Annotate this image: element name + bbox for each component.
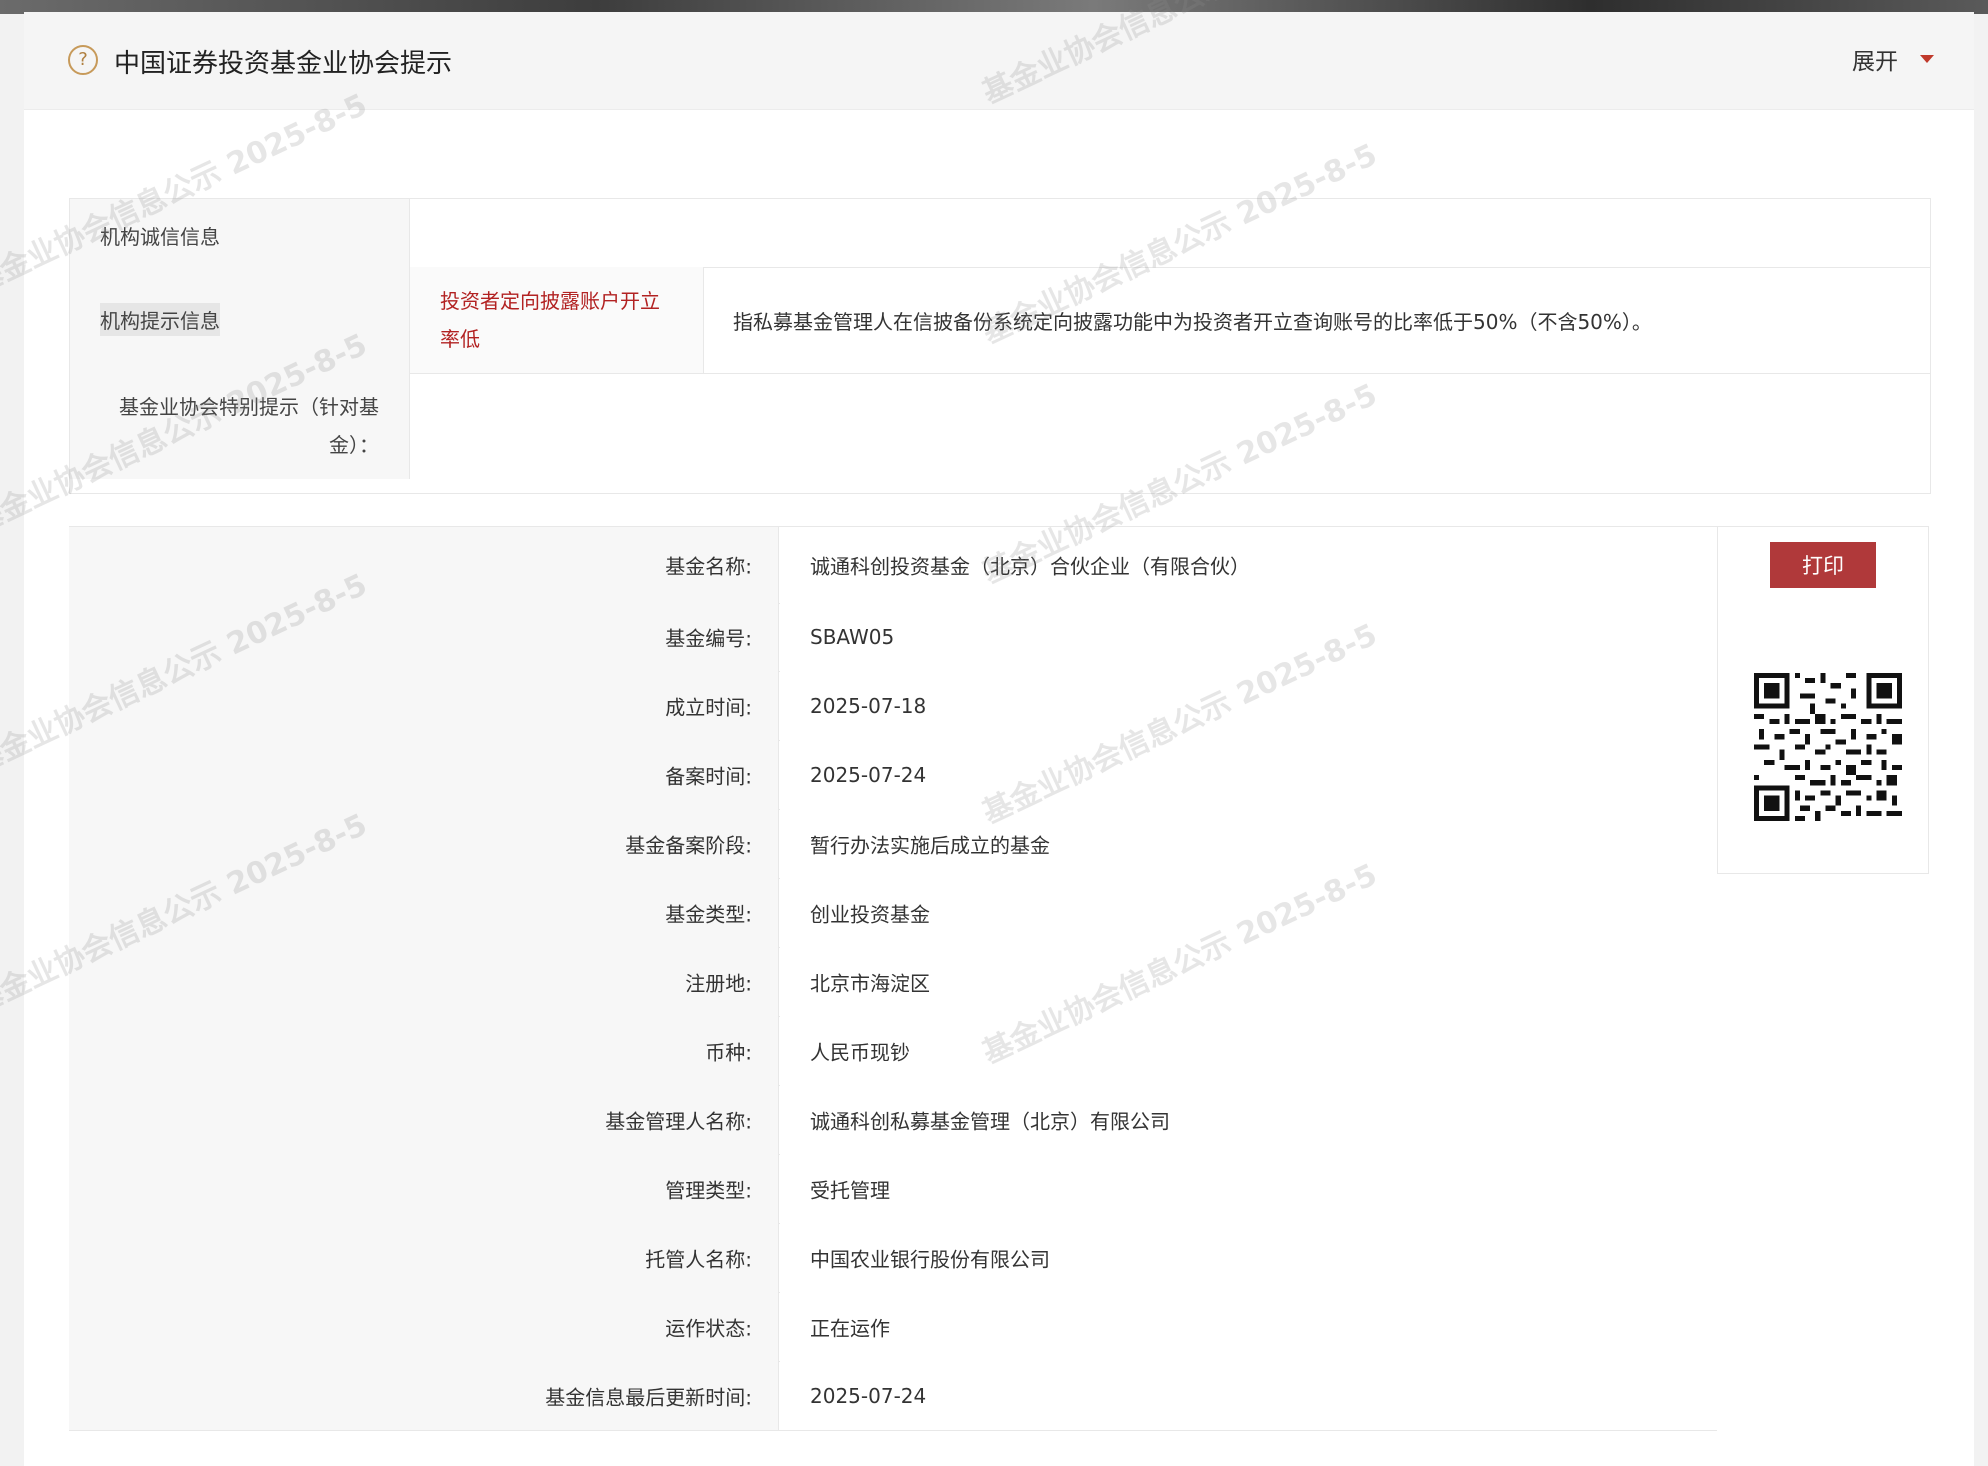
notice-title: 中国证券投资基金业协会提示 [114, 49, 453, 79]
fund-row-label-cell: 托管人名称: [69, 1223, 779, 1292]
label-hint-info: 机构提示信息 [70, 267, 410, 373]
fund-row-value-cell: 人民币现钞 [780, 1016, 1717, 1085]
fund-row-value: 人民币现钞 [810, 1040, 910, 1064]
hint-info-label: 机构提示信息 [100, 303, 220, 336]
fund-row-label-cell: 币种: [69, 1016, 779, 1085]
qr-code-icon [1754, 673, 1902, 821]
fund-row-label: 基金备案阶段: [625, 833, 752, 857]
fund-row-value-cell: 诚通科创私募基金管理（北京）有限公司 [780, 1085, 1717, 1154]
fund-row-value: 正在运作 [810, 1316, 890, 1340]
fund-row-label: 备案时间: [665, 764, 752, 788]
fund-row-value-cell: 2025-07-18 [780, 671, 1717, 740]
fund-row-label: 托管人名称: [645, 1247, 752, 1271]
fund-row-label: 基金类型: [665, 902, 752, 926]
fund-row: 基金管理人名称: 诚通科创私募基金管理（北京）有限公司 [69, 1085, 1717, 1155]
fund-row-value-cell: 受托管理 [780, 1154, 1717, 1223]
fund-row-label: 币种: [705, 1040, 752, 1064]
fund-row-value: 2025-07-24 [810, 1383, 927, 1408]
fund-row-value-cell: SBAW05 [780, 602, 1717, 671]
fund-row: 备案时间: 2025-07-24 [69, 740, 1717, 810]
fund-row-value-cell: 创业投资基金 [780, 878, 1717, 947]
label-special-hint: 基金业协会特别提示（针对基 金）： [70, 373, 410, 479]
notice-header: ? 中国证券投资基金业协会提示 展开 [24, 12, 1974, 110]
fund-row-value-cell: 暂行办法实施后成立的基金 [780, 809, 1717, 878]
fund-row-value: 受托管理 [810, 1178, 890, 1202]
fund-row-value: 诚通科创投资基金（北京）合伙企业（有限合伙） [810, 554, 1250, 579]
caret-down-icon [1920, 55, 1934, 63]
fund-row-value: 北京市海淀区 [810, 971, 930, 995]
fund-row-label: 基金名称: [665, 554, 752, 579]
fund-row-label-cell: 运作状态: [69, 1292, 779, 1361]
fund-row-label: 管理类型: [665, 1178, 752, 1202]
fund-row-label: 基金编号: [665, 626, 752, 650]
fund-row-value-cell: 2025-07-24 [780, 740, 1717, 809]
fund-row-value: 诚通科创私募基金管理（北京）有限公司 [810, 1109, 1170, 1133]
fund-row-value: 2025-07-24 [810, 762, 927, 787]
fund-row-label: 注册地: [685, 971, 752, 995]
fund-row-label: 基金信息最后更新时间: [545, 1385, 752, 1409]
fund-row: 管理类型: 受托管理 [69, 1154, 1717, 1224]
hint-tag-line1: 投资者定向披露账户开立 [440, 289, 660, 313]
fund-row-value: 中国农业银行股份有限公司 [810, 1247, 1050, 1271]
fund-row: 基金名称: 诚通科创投资基金（北京）合伙企业（有限合伙） [69, 526, 1717, 604]
fund-row-label-cell: 基金管理人名称: [69, 1085, 779, 1154]
row-hint-info: 机构提示信息 投资者定向披露账户开立 率低 指私募基金管理人在信披备份系统定向披… [70, 267, 1930, 374]
page-container: ? 中国证券投资基金业协会提示 展开 机构诚信信息 机构提示信息 投资者定向披露… [0, 0, 1974, 1466]
fund-row-value: 创业投资基金 [810, 902, 930, 926]
row-special-hint: 基金业协会特别提示（针对基 金）： [70, 373, 1930, 479]
help-icon: ? [68, 45, 98, 75]
fund-row-label-cell: 管理类型: [69, 1154, 779, 1223]
fund-row-value-cell: 北京市海淀区 [780, 947, 1717, 1016]
fund-row-label: 成立时间: [665, 695, 752, 719]
fund-row: 基金编号: SBAW05 [69, 602, 1717, 672]
fund-details-table: 打印 基金名称: 诚通科创投资基金（北京）合伙企业（有限合伙） 基金编号: SB… [69, 526, 1929, 1431]
fund-row-label-cell: 备案时间: [69, 740, 779, 809]
label-credit-info: 机构诚信信息 [70, 199, 410, 267]
fund-row-value: SBAW05 [810, 624, 895, 649]
fund-row-label-cell: 基金类型: [69, 878, 779, 947]
fund-row-label-cell: 基金备案阶段: [69, 809, 779, 878]
fund-row-label-cell: 注册地: [69, 947, 779, 1016]
credit-info-label: 机构诚信信息 [100, 225, 220, 249]
fund-row-value: 暂行办法实施后成立的基金 [810, 833, 1050, 857]
fund-row: 成立时间: 2025-07-18 [69, 671, 1717, 741]
fund-row-label-cell: 基金信息最后更新时间: [69, 1361, 779, 1430]
fund-row-label-cell: 基金名称: [69, 527, 779, 603]
fund-row-label: 运作状态: [665, 1316, 752, 1340]
fund-row-value-cell: 诚通科创投资基金（北京）合伙企业（有限合伙） [780, 527, 1717, 603]
special-hint-label-line1: 基金业协会特别提示（针对基 [119, 395, 379, 419]
hint-tag-line2: 率低 [440, 327, 480, 351]
fund-row-label: 基金管理人名称: [605, 1109, 752, 1133]
fund-row-value-cell: 中国农业银行股份有限公司 [780, 1223, 1717, 1292]
print-qr-panel: 打印 [1717, 526, 1929, 874]
hint-tag-cell: 投资者定向披露账户开立 率低 [410, 267, 704, 373]
fund-row-label-cell: 基金编号: [69, 602, 779, 671]
special-hint-label-line2: 金）： [329, 433, 379, 457]
institution-info-table: 机构诚信信息 机构提示信息 投资者定向披露账户开立 率低 指私募基金管理人在信披… [69, 198, 1931, 494]
fund-row-value-cell: 2025-07-24 [780, 1361, 1717, 1430]
fund-row: 运作状态: 正在运作 [69, 1292, 1717, 1362]
fund-row: 币种: 人民币现钞 [69, 1016, 1717, 1086]
fund-row: 托管人名称: 中国农业银行股份有限公司 [69, 1223, 1717, 1293]
fund-row: 基金类型: 创业投资基金 [69, 878, 1717, 948]
expand-label: 展开 [1852, 49, 1898, 75]
fund-row: 基金信息最后更新时间: 2025-07-24 [69, 1361, 1717, 1431]
expand-toggle[interactable]: 展开 [1852, 43, 1934, 75]
fund-row: 注册地: 北京市海淀区 [69, 947, 1717, 1017]
fund-row: 基金备案阶段: 暂行办法实施后成立的基金 [69, 809, 1717, 879]
print-button[interactable]: 打印 [1770, 542, 1876, 588]
fund-row-label-cell: 成立时间: [69, 671, 779, 740]
row-credit-info: 机构诚信信息 [70, 199, 1930, 268]
fund-row-value-cell: 正在运作 [780, 1292, 1717, 1361]
hint-description: 指私募基金管理人在信披备份系统定向披露功能中为投资者开立查询账号的比率低于50%… [733, 310, 1652, 334]
fund-row-value: 2025-07-18 [810, 693, 927, 718]
